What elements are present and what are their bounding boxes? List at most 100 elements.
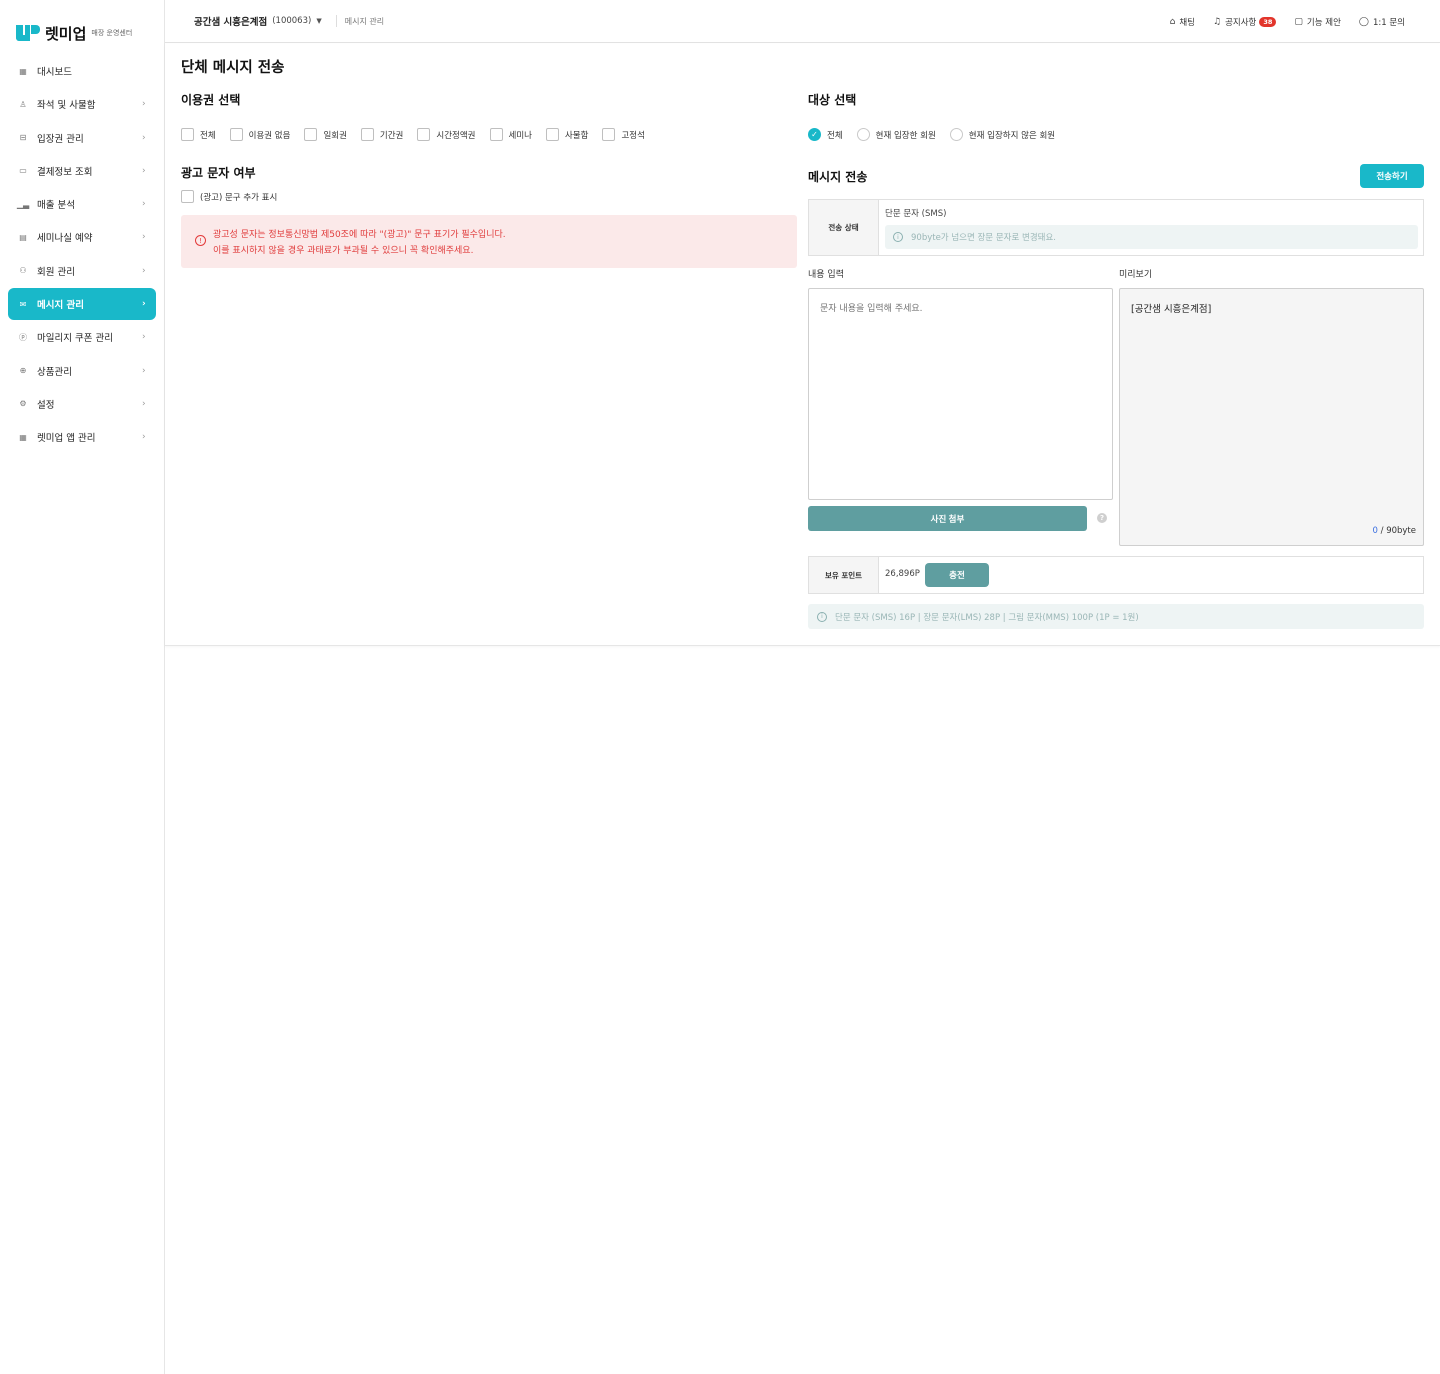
inquiry-label: 1:1 문의 xyxy=(1372,17,1405,28)
main-content: 단체 메시지 전송 이용권 선택 전체 이용권 없음 일회권 기간권 시간정액권… xyxy=(165,44,1440,646)
target-radio-not-entered[interactable] xyxy=(949,128,963,141)
grid-icon: ▦ xyxy=(19,66,27,76)
inbox-icon: ⌂ xyxy=(1169,16,1176,27)
notice-label: 공지사항 xyxy=(1225,17,1257,28)
bell-icon: ♫ xyxy=(1212,16,1222,27)
checkbox-label: 세미나 xyxy=(508,130,532,141)
ticket-checkbox-fixed[interactable] xyxy=(602,128,616,141)
ticket-checkbox-onetime[interactable] xyxy=(304,128,318,141)
send-button[interactable]: 전송하기 xyxy=(1360,164,1424,188)
chat-label: 채팅 xyxy=(1179,17,1195,28)
inquiry-link[interactable]: ◯ 1:1 문의 xyxy=(1359,16,1405,28)
ticket-icon: ⊟ xyxy=(19,133,27,143)
chevron-right-icon: › xyxy=(142,432,146,443)
sidebar-nav: ▦ 대시보드 ♙ 좌석 및 사물함 › ⊟ 입장권 관리 › ▭ 결제정보 조회… xyxy=(8,55,156,455)
ticket-checkbox-group: 전체 이용권 없음 일회권 기간권 시간정액권 세미나 사물함 고정석 xyxy=(181,128,659,141)
sidebar-item-mileage[interactable]: ⓟ 마일리지 쿠폰 관리 › xyxy=(8,321,156,353)
sidebar: 렛미업 매장 운영센터 ▦ 대시보드 ♙ 좌석 및 사물함 › ⊟ 입장권 관리… xyxy=(0,0,165,1374)
store-code: (100063) xyxy=(272,16,312,26)
mail-icon: ✉ xyxy=(19,299,27,309)
sidebar-item-products[interactable]: ⊕ 상품관리 › xyxy=(8,355,156,387)
info-icon: i xyxy=(817,611,827,622)
warning-text-line2: 이를 표시하지 않을 경우 과태료가 부과될 수 있으니 꼭 확인해주세요. xyxy=(213,246,474,256)
chevron-right-icon: › xyxy=(142,265,146,276)
chart-icon: ▁▃ xyxy=(16,199,30,209)
bag-icon: ⊕ xyxy=(19,366,27,376)
sidebar-item-label: 마일리지 쿠폰 관리 xyxy=(37,333,113,345)
points-table: 보유 포인트 26,896P 충전 xyxy=(808,556,1424,594)
checkbox-label: 사물함 xyxy=(564,130,589,141)
ticket-checkbox-all[interactable] xyxy=(181,128,194,141)
ticket-checkbox-seminar[interactable] xyxy=(489,128,503,141)
points-value: 26,896P xyxy=(885,569,920,579)
chat-link[interactable]: ⌂ 채팅 xyxy=(1170,16,1195,28)
notice-link[interactable]: ♫ 공지사항 38 xyxy=(1212,16,1277,28)
sidebar-item-label: 메시지 관리 xyxy=(37,300,85,312)
sidebar-item-label: 매출 분석 xyxy=(37,200,75,212)
radio-label: 전체 xyxy=(827,130,843,141)
caret-down-icon[interactable]: ▼ xyxy=(316,17,321,25)
calendar-icon: ▤ xyxy=(19,232,27,242)
sms-info-bar: i 90byte가 넘으면 장문 문자로 변경돼요. xyxy=(885,225,1418,249)
chevron-right-icon: › xyxy=(142,199,146,210)
send-status-cell: 단문 문자 (SMS) i 90byte가 넘으면 장문 문자로 변경돼요. xyxy=(879,200,1423,255)
message-section-title: 메시지 전송 xyxy=(808,170,868,184)
sidebar-item-seats[interactable]: ♙ 좌석 및 사물함 › xyxy=(8,88,156,120)
card-icon: ▭ xyxy=(19,166,27,176)
ad-checkbox-row: (광고) 문구 추가 표시 xyxy=(181,190,291,203)
check-icon: ✓ xyxy=(811,130,818,139)
chevron-right-icon: › xyxy=(142,165,146,176)
ticket-checkbox-time[interactable] xyxy=(417,128,431,141)
chevron-right-icon: › xyxy=(142,332,146,343)
radio-label: 현재 입장하지 않은 회원 xyxy=(968,130,1056,141)
app-root: 렛미업 매장 운영센터 ▦ 대시보드 ♙ 좌석 및 사물함 › ⊟ 입장권 관리… xyxy=(0,0,1440,1374)
chevron-right-icon: › xyxy=(142,398,146,409)
sidebar-item-label: 입장권 관리 xyxy=(37,133,84,145)
checkbox-label: 전체 xyxy=(200,130,216,141)
chevron-right-icon: › xyxy=(142,299,146,310)
brand-subtitle: 매장 운영센터 xyxy=(91,29,133,37)
byte-max: / 90byte xyxy=(1377,526,1416,536)
brand-logo[interactable]: 렛미업 매장 운영센터 xyxy=(16,22,132,44)
ad-label-checkbox[interactable] xyxy=(181,190,194,203)
sidebar-item-payments[interactable]: ▭ 결제정보 조회 › xyxy=(8,155,156,187)
notice-count-badge: 38 xyxy=(1259,16,1277,27)
target-radio-all[interactable]: ✓ xyxy=(808,128,821,141)
message-content-input[interactable] xyxy=(808,288,1113,500)
info-icon: i xyxy=(893,232,903,242)
message-circle-icon: ◯ xyxy=(1358,16,1369,27)
charge-button[interactable]: 충전 xyxy=(925,563,989,587)
store-selector[interactable]: 공간샘 시흥은계점 xyxy=(194,14,267,28)
sidebar-item-members[interactable]: ⚇ 회원 관리 › xyxy=(8,255,156,287)
sidebar-item-dashboard[interactable]: ▦ 대시보드 xyxy=(8,55,156,87)
top-header: 공간샘 시흥은계점 (100063) ▼ 메시지 관리 ⌂ 채팅 ♫ 공지사항 … xyxy=(165,0,1440,43)
target-radio-group: ✓ 전체 현재 입장한 회원 현재 입장하지 않은 회원 xyxy=(808,128,1069,141)
sidebar-item-seminar[interactable]: ▤ 세미나실 예약 › xyxy=(8,221,156,253)
ticket-checkbox-period[interactable] xyxy=(360,128,374,141)
sidebar-item-messages[interactable]: ✉ 메시지 관리 › xyxy=(8,288,156,321)
ticket-section-title: 이용권 선택 xyxy=(181,93,241,107)
chevron-right-icon: › xyxy=(142,99,146,110)
preview-text: [공간샘 시흥은계점] xyxy=(1131,304,1212,315)
sidebar-item-label: 좌석 및 사물함 xyxy=(37,100,96,112)
sidebar-item-settings[interactable]: ⚙ 설정 › xyxy=(8,388,156,420)
suggest-link[interactable]: ▢ 기능 제안 xyxy=(1294,16,1341,28)
seat-icon: ♙ xyxy=(19,99,27,109)
ad-section-title: 광고 문자 여부 xyxy=(181,166,256,180)
checkbox-label: 이용권 없음 xyxy=(248,130,291,141)
help-icon[interactable]: ? xyxy=(1097,513,1107,523)
sidebar-item-label: 설정 xyxy=(37,399,55,411)
checkbox-label: 고정석 xyxy=(621,130,645,141)
attach-photo-button[interactable]: 사진 첨부 xyxy=(808,506,1087,531)
ticket-checkbox-locker[interactable] xyxy=(545,128,559,141)
ticket-checkbox-none[interactable] xyxy=(229,128,243,141)
target-radio-entered[interactable] xyxy=(856,128,870,141)
checkbox-label: 시간정액권 xyxy=(436,130,476,141)
sidebar-item-sales[interactable]: ▁▃ 매출 분석 › xyxy=(8,188,156,220)
header-divider xyxy=(335,15,337,27)
points-label: 보유 포인트 xyxy=(809,557,879,593)
sidebar-item-app[interactable]: ▦ 렛미업 앱 관리 › xyxy=(8,421,156,453)
send-status-table: 전송 상태 단문 문자 (SMS) i 90byte가 넘으면 장문 문자로 변… xyxy=(808,199,1424,256)
warning-text-line1: 광고성 문자는 정보통신망법 제50조에 따라 "(광고)" 문구 표기가 필수… xyxy=(213,230,506,240)
sidebar-item-tickets[interactable]: ⊟ 입장권 관리 › xyxy=(8,122,156,154)
